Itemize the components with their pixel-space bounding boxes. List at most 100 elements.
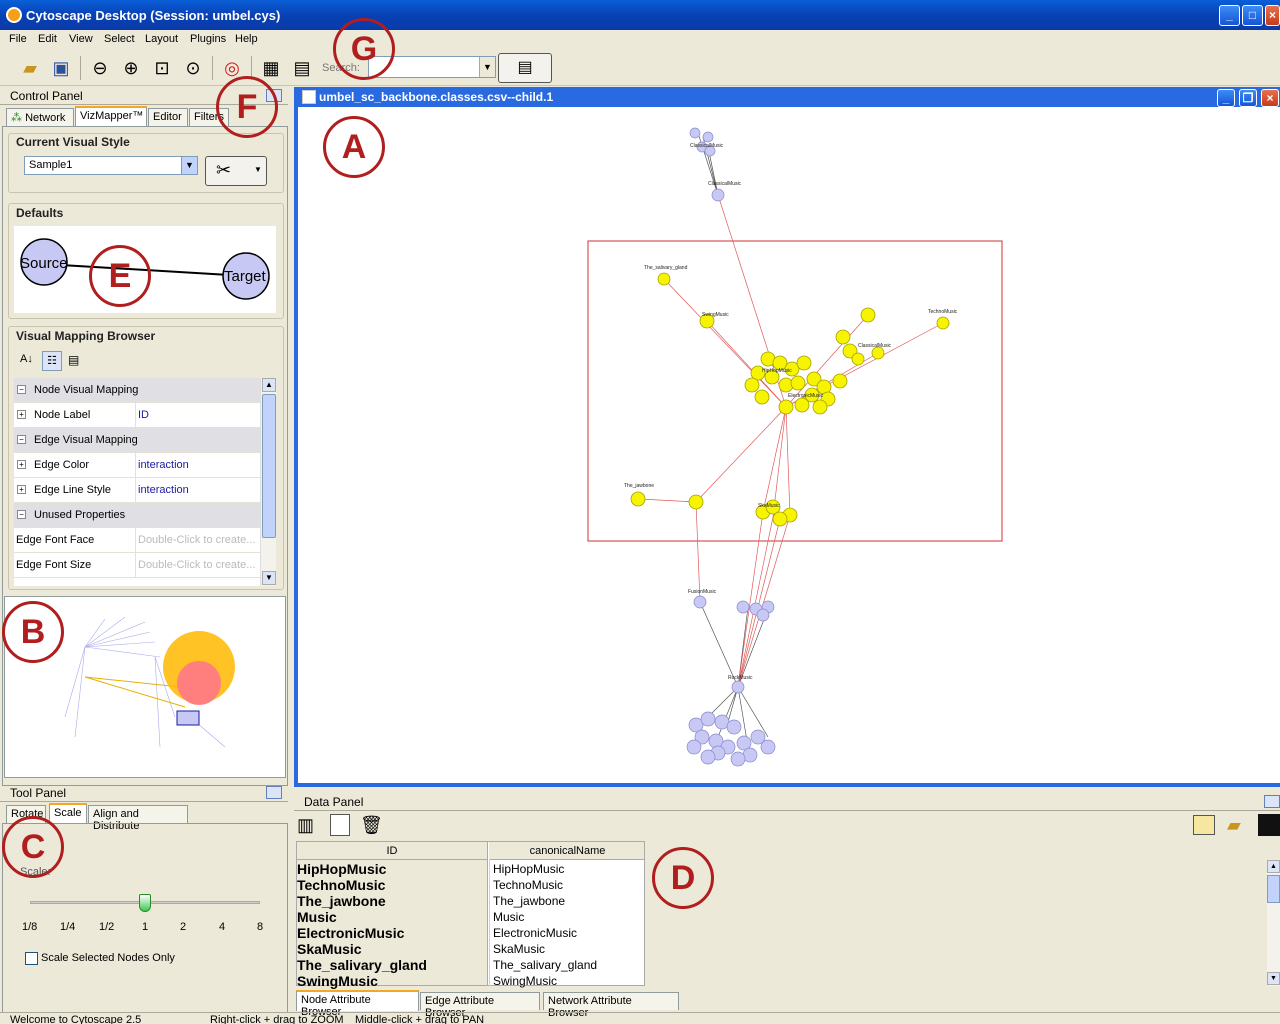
- zoom-in-icon[interactable]: ⊕: [119, 56, 143, 80]
- menu-file[interactable]: File: [9, 33, 27, 45]
- data-table-scrollbar[interactable]: ▲ ▼: [1267, 860, 1280, 986]
- status-zoom-hint: Right-click + drag to ZOOM: [210, 1014, 344, 1024]
- status-pan-hint: Middle-click + drag to PAN: [355, 1014, 485, 1024]
- svg-text:HipHopMusic: HipHopMusic: [762, 368, 792, 374]
- menu-help[interactable]: Help: [235, 33, 258, 45]
- mapping-row-node-label[interactable]: + Node Label ID: [14, 403, 260, 428]
- column-canonical-header[interactable]: canonicalName: [489, 842, 644, 860]
- tab-edge-attribute-browser[interactable]: Edge Attribute Browser: [420, 992, 540, 1019]
- menu-view[interactable]: View: [69, 33, 93, 45]
- network-restore-button[interactable]: ❐: [1239, 89, 1257, 107]
- scale-selected-checkbox[interactable]: [25, 952, 38, 965]
- menu-select[interactable]: Select: [104, 33, 135, 45]
- float-tool-panel-icon[interactable]: [266, 786, 282, 799]
- table-row-id[interactable]: SwingMusic: [297, 973, 378, 989]
- attribute-overview-icon[interactable]: [1258, 814, 1280, 836]
- table-row-name[interactable]: The_jawbone: [493, 894, 565, 908]
- column-id-header[interactable]: ID: [297, 842, 488, 860]
- tab-scale[interactable]: Scale: [49, 803, 87, 824]
- status-welcome: Welcome to Cytoscape 2.5: [10, 1014, 142, 1024]
- table-row-id[interactable]: HipHopMusic: [297, 861, 386, 877]
- categorized-view-icon[interactable]: ☷: [42, 351, 62, 371]
- table-row-name[interactable]: Music: [493, 910, 524, 924]
- minimize-button[interactable]: _: [1219, 5, 1240, 26]
- zoom-fit-icon[interactable]: ⊙: [181, 56, 205, 80]
- zoom-selected-icon[interactable]: ⊡: [150, 56, 174, 80]
- save-icon[interactable]: ▣: [49, 56, 73, 80]
- close-button[interactable]: ×: [1265, 5, 1280, 26]
- table-row-id[interactable]: ElectronicMusic: [297, 925, 404, 941]
- table-row-id[interactable]: Music: [297, 909, 337, 925]
- style-options-button[interactable]: ✂ ▼: [205, 156, 267, 186]
- table-row-name[interactable]: SkaMusic: [493, 942, 545, 956]
- mapping-row-edge-font-face[interactable]: Edge Font Face Double-Click to create...: [14, 528, 260, 553]
- annotation-g: G: [333, 18, 395, 80]
- import-folder-icon[interactable]: ▰: [1227, 815, 1251, 835]
- table-row-name[interactable]: The_salivary_gland: [493, 958, 597, 972]
- tool-panel-title: Tool Panel: [10, 786, 67, 800]
- sort-az-icon[interactable]: A↓: [20, 353, 33, 365]
- window-title: Cytoscape Desktop (Session: umbel.cys): [26, 8, 281, 23]
- table-row-id[interactable]: TechnoMusic: [297, 877, 385, 893]
- mapping-row-edge-font-size[interactable]: Edge Font Size Double-Click to create...: [14, 553, 260, 578]
- menu-plugins[interactable]: Plugins: [190, 33, 226, 45]
- default-source-label: Source: [20, 255, 68, 272]
- mapping-row-edge-visual[interactable]: − Edge Visual Mapping: [14, 428, 260, 453]
- menu-layout[interactable]: Layout: [145, 33, 178, 45]
- scale-slider-thumb[interactable]: [139, 894, 151, 912]
- network-canvas[interactable]: ClassicalMusic ClassicalMusic The_saliva…: [298, 107, 1280, 783]
- table-row-name[interactable]: ElectronicMusic: [493, 926, 577, 940]
- default-target-label: Target: [224, 268, 266, 285]
- open-folder-icon[interactable]: ▰: [18, 56, 42, 80]
- data-panel-title: Data Panel: [304, 795, 364, 809]
- annotation-d: D: [652, 847, 714, 909]
- zoom-out-icon[interactable]: ⊖: [88, 56, 112, 80]
- svg-text:ClassicalMusic: ClassicalMusic: [858, 343, 892, 349]
- tab-network-attribute-browser[interactable]: Network Attribute Browser: [543, 992, 679, 1019]
- float-data-panel-icon[interactable]: [1264, 795, 1280, 808]
- menu-bar: File Edit View Select Layout Plugins Hel…: [0, 30, 1280, 50]
- scale-selected-label: Scale Selected Nodes Only: [41, 952, 175, 964]
- export-table-icon[interactable]: [1193, 815, 1215, 835]
- mapping-row-edge-color[interactable]: + Edge Color interaction: [14, 453, 260, 478]
- scale-ticks: 1/8 1/4 1/2 1 2 4 8: [22, 921, 272, 935]
- visual-style-select[interactable]: Sample1 ▼: [24, 156, 198, 175]
- annotation-a: A: [323, 116, 385, 178]
- new-attribute-icon[interactable]: [330, 814, 350, 836]
- select-attributes-icon[interactable]: ▥: [297, 814, 319, 836]
- svg-text:ElectronicMusic: ElectronicMusic: [788, 393, 824, 399]
- svg-text:FusionMusic: FusionMusic: [688, 589, 717, 595]
- node-label: ClassicalMusic: [690, 143, 724, 149]
- toolbar: ▰ ▣ ⊖ ⊕ ⊡ ⊙ ◎ ▦ ▤ Search: ▼ ▤: [0, 50, 1280, 86]
- tab-vizmapper[interactable]: VizMapper™: [75, 106, 147, 127]
- svg-text:RockMusic: RockMusic: [728, 675, 753, 681]
- mapping-row-unused[interactable]: − Unused Properties: [14, 503, 260, 528]
- table-row-id[interactable]: The_salivary_gland: [297, 957, 427, 973]
- network-icon: ⁂: [11, 112, 26, 124]
- tab-editor[interactable]: Editor: [148, 108, 188, 126]
- network-window-title: umbel_sc_backbone.classes.csv--child.1: [319, 90, 554, 104]
- vizmapper-icon[interactable]: ▦: [259, 56, 283, 80]
- tab-align-distribute[interactable]: Align and Distribute: [88, 805, 188, 832]
- maximize-button[interactable]: □: [1242, 5, 1263, 26]
- table-row-name[interactable]: SwingMusic: [493, 974, 557, 988]
- menu-edit[interactable]: Edit: [38, 33, 57, 45]
- table-row-name[interactable]: HipHopMusic: [493, 862, 564, 876]
- tab-network[interactable]: ⁂ Network: [6, 108, 74, 126]
- network-minimize-button[interactable]: _: [1217, 89, 1235, 107]
- list-view-icon[interactable]: ▤: [68, 353, 79, 367]
- network-window: umbel_sc_backbone.classes.csv--child.1 _…: [294, 87, 1280, 787]
- table-row-id[interactable]: SkaMusic: [297, 941, 362, 957]
- chevron-down-icon: ▼: [254, 165, 262, 174]
- network-close-button[interactable]: ×: [1261, 89, 1279, 107]
- defaults-title: Defaults: [16, 206, 64, 220]
- table-row-name[interactable]: TechnoMusic: [493, 878, 563, 892]
- mapping-row-node-visual[interactable]: − Node Visual Mapping: [14, 378, 260, 403]
- mapping-scrollbar[interactable]: ▲ ▼: [260, 378, 276, 586]
- editor-icon[interactable]: ▤: [290, 56, 314, 80]
- search-options-button[interactable]: ▤: [498, 53, 552, 83]
- tab-node-attribute-browser[interactable]: Node Attribute Browser: [296, 990, 419, 1018]
- table-row-id[interactable]: The_jawbone: [297, 893, 386, 909]
- delete-attribute-icon[interactable]: 🗑: [360, 813, 383, 837]
- mapping-row-edge-line-style[interactable]: + Edge Line Style interaction: [14, 478, 260, 503]
